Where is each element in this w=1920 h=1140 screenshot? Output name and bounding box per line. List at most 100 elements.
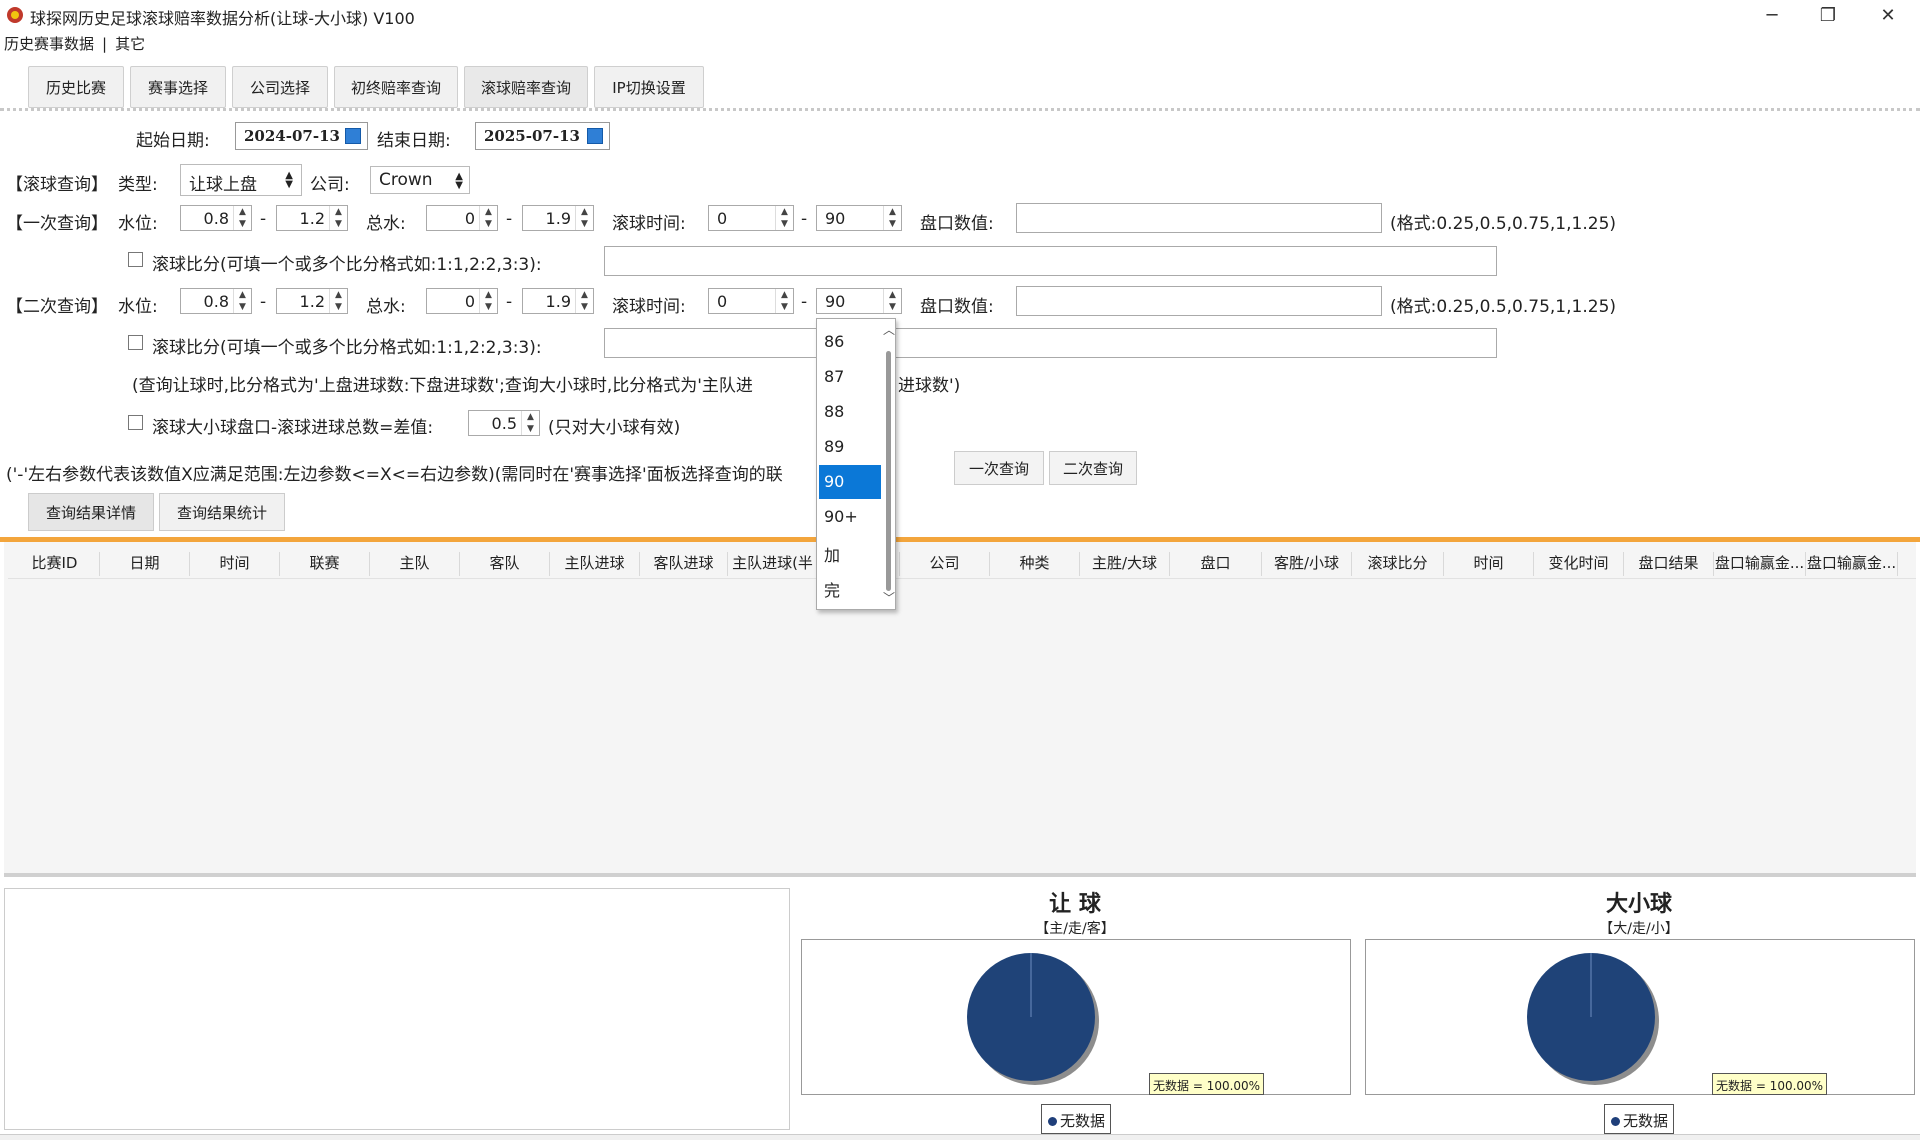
dropdown-option[interactable]: 完	[819, 570, 881, 604]
spinner-arrows-icon[interactable]: ▲ ▼	[575, 289, 593, 313]
column-header[interactable]: 盘口	[1170, 552, 1262, 576]
q2-total-max[interactable]: 1.9 ▲ ▼	[522, 288, 594, 314]
dash: -	[260, 292, 267, 312]
column-header[interactable]: 主队进球(半	[728, 552, 818, 576]
tab-ip-settings[interactable]: IP切换设置	[594, 66, 704, 108]
scroll-up-icon[interactable]: ︿	[883, 321, 895, 338]
q2-total-min[interactable]: 0 ▲ ▼	[426, 288, 498, 314]
spinner-arrows-icon[interactable]: ▲ ▼	[329, 289, 347, 313]
end-date-field[interactable]: 2025-07-13	[475, 122, 610, 150]
tab-company-select[interactable]: 公司选择	[232, 66, 328, 108]
column-header[interactable]: 盘口结果	[1624, 552, 1714, 576]
dropdown-scrollbar[interactable]: ︿ ﹀	[883, 321, 895, 609]
tab-result-stats[interactable]: 查询结果统计	[159, 493, 285, 531]
column-header[interactable]: 盘口输赢金...	[1714, 552, 1806, 576]
calendar-icon[interactable]	[345, 128, 361, 144]
column-header[interactable]: 时间	[1444, 552, 1534, 576]
spinner-arrows-icon[interactable]: ▲ ▼	[883, 206, 901, 230]
q1-score-checkbox[interactable]	[128, 252, 143, 267]
q1-score-input[interactable]	[604, 246, 1497, 276]
maximize-button[interactable]: ❐	[1800, 0, 1856, 30]
tab-history[interactable]: 历史比赛	[28, 66, 124, 108]
minimize-button[interactable]: ─	[1744, 0, 1800, 30]
column-header[interactable]: 种类	[990, 552, 1080, 576]
app-logo-icon	[7, 7, 23, 23]
spinner-arrows-icon[interactable]: ▲ ▼	[329, 206, 347, 230]
tab-match-select[interactable]: 赛事选择	[130, 66, 226, 108]
q1-water-max[interactable]: 1.2 ▲ ▼	[276, 205, 348, 231]
spinner-arrows-icon[interactable]: ▲ ▼	[575, 206, 593, 230]
column-header[interactable]: 比赛ID	[10, 552, 100, 576]
menu-other[interactable]: 其它	[111, 31, 149, 56]
q2-time-max[interactable]: 90 ▲ ▼	[816, 288, 902, 314]
q1-time-max[interactable]: 90 ▲ ▼	[816, 205, 902, 231]
spinner-arrows-icon[interactable]: ▲ ▼	[479, 289, 497, 313]
column-header[interactable]: 主队	[370, 552, 460, 576]
spinner-arrows-icon[interactable]: ▲ ▼	[233, 206, 251, 230]
dropdown-option[interactable]: 89	[819, 430, 881, 464]
spinner-arrows-icon[interactable]: ▲ ▼	[479, 206, 497, 230]
q2-score-checkbox[interactable]	[128, 335, 143, 350]
dropdown-option[interactable]: 86	[819, 325, 881, 359]
first-query-button[interactable]: 一次查询	[954, 451, 1044, 485]
column-header[interactable]: 变化时间	[1534, 552, 1624, 576]
column-header[interactable]: 盘口输赢金...	[1806, 552, 1898, 576]
q2-handicap-label: 盘口数值:	[920, 297, 994, 317]
tab-live-odds-query[interactable]: 滚球赔率查询	[464, 66, 588, 108]
q2-total-min-value: 0	[464, 292, 475, 311]
q2-handicap-input[interactable]	[1016, 286, 1382, 316]
details-panel	[4, 888, 790, 1130]
column-header[interactable]: 客队	[460, 552, 550, 576]
type-select[interactable]: 让球上盘 ▲ ▼	[180, 164, 302, 196]
time-max-dropdown[interactable]: 86 87 88 89 90 90+ 加完 ︿ ﹀	[816, 318, 896, 610]
spinner-arrows-icon[interactable]: ▲ ▼	[775, 289, 793, 313]
column-header[interactable]: 公司	[900, 552, 990, 576]
close-button[interactable]: ✕	[1860, 0, 1916, 30]
column-header[interactable]: 时间	[190, 552, 280, 576]
spinner-arrows-icon[interactable]: ▲ ▼	[233, 289, 251, 313]
q1-handicap-input[interactable]	[1016, 203, 1382, 233]
second-query-button[interactable]: 二次查询	[1049, 451, 1137, 485]
dash: -	[506, 209, 513, 229]
type-select-value: 让球上盘	[189, 175, 257, 195]
q2-total-label: 总水:	[366, 297, 406, 317]
menu-history[interactable]: 历史赛事数据	[0, 31, 98, 56]
tab-odds-query[interactable]: 初终赔率查询	[334, 66, 458, 108]
column-header[interactable]: 主队进球	[550, 552, 640, 576]
q1-water-min[interactable]: 0.8 ▲ ▼	[180, 205, 252, 231]
q1-time-min[interactable]: 0 ▲ ▼	[708, 205, 794, 231]
column-header[interactable]: 客队进球	[640, 552, 728, 576]
column-header[interactable]: 滚球比分	[1352, 552, 1444, 576]
column-header[interactable]: 客胜/小球	[1262, 552, 1352, 576]
spinner-arrows-icon[interactable]: ▲ ▼	[521, 411, 539, 435]
dropdown-option[interactable]: 加	[819, 535, 881, 569]
column-header[interactable]: 主胜/大球	[1080, 552, 1170, 576]
q2-time-min[interactable]: 0 ▲ ▼	[708, 288, 794, 314]
start-date-field[interactable]: 2024-07-13	[235, 122, 368, 150]
dropdown-option[interactable]: 90	[819, 465, 881, 499]
dropdown-option[interactable]: 87	[819, 360, 881, 394]
q1-total-max[interactable]: 1.9 ▲ ▼	[522, 205, 594, 231]
spinner-arrows-icon[interactable]: ▲ ▼	[883, 289, 901, 313]
q1-water-min-value: 0.8	[203, 209, 229, 228]
scroll-thumb[interactable]	[886, 351, 891, 591]
ou-diff-checkbox[interactable]	[128, 415, 143, 430]
q1-total-min[interactable]: 0 ▲ ▼	[426, 205, 498, 231]
q2-water-max[interactable]: 1.2 ▲ ▼	[276, 288, 348, 314]
calendar-icon[interactable]	[587, 128, 603, 144]
results-table[interactable]	[4, 542, 1916, 877]
dropdown-option[interactable]: 88	[819, 395, 881, 429]
dropdown-option[interactable]: 90+	[819, 500, 881, 534]
ou-diff-spinner[interactable]: 0.5 ▲ ▼	[468, 410, 540, 436]
q2-water-label: 水位:	[118, 297, 158, 317]
spinner-arrows-icon[interactable]: ▲ ▼	[775, 206, 793, 230]
q2-score-input[interactable]	[604, 328, 1497, 358]
ou-diff-value: 0.5	[491, 414, 517, 433]
tab-result-details[interactable]: 查询结果详情	[28, 493, 154, 531]
q2-water-min[interactable]: 0.8 ▲ ▼	[180, 288, 252, 314]
company-select[interactable]: Crown ▲ ▼	[370, 166, 470, 194]
column-header[interactable]: 联赛	[280, 552, 370, 576]
scroll-down-icon[interactable]: ﹀	[883, 589, 895, 606]
ou-legend: 无数据	[1604, 1104, 1674, 1134]
column-header[interactable]: 日期	[100, 552, 190, 576]
